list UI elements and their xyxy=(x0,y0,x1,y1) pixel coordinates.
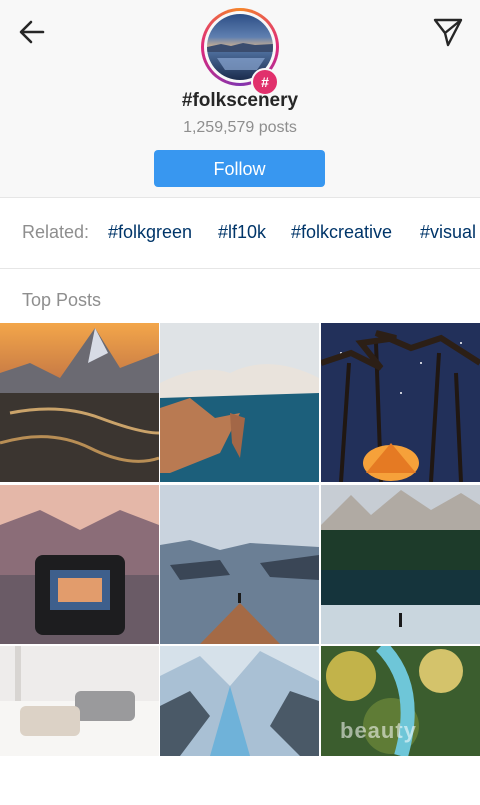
top-posts-grid xyxy=(0,323,480,758)
post-thumbnail[interactable] xyxy=(0,646,159,805)
hashtag-title: #folkscenery xyxy=(181,90,299,111)
post-count: 1,259,579 posts xyxy=(183,119,297,136)
post-thumbnail[interactable] xyxy=(160,485,319,644)
post-thumbnail[interactable] xyxy=(160,323,319,482)
post-thumbnail[interactable] xyxy=(321,323,480,482)
hashtag-header: # #folkscenery 1,259,579 posts Follow xyxy=(0,0,480,198)
arrow-left-icon[interactable] xyxy=(18,18,46,46)
post-thumbnail[interactable] xyxy=(0,485,159,644)
post-thumbnail[interactable] xyxy=(160,646,319,805)
post-thumbnail[interactable] xyxy=(0,323,159,482)
related-tag-link[interactable]: #folkcreative xyxy=(291,222,392,243)
related-tags-bar[interactable]: Related: #folkgreen #lf10k #folkcreative… xyxy=(0,198,480,269)
related-tag-link[interactable]: #folkgreen xyxy=(108,222,192,243)
follow-button[interactable]: Follow xyxy=(154,150,325,187)
related-tag-link[interactable]: #visual xyxy=(420,222,476,243)
paper-plane-icon[interactable] xyxy=(432,16,464,48)
related-tag-link[interactable]: #lf10k xyxy=(218,222,266,243)
post-thumbnail[interactable] xyxy=(321,485,480,644)
related-label: Related: xyxy=(22,222,90,242)
watermark-text: beauty xyxy=(340,718,417,743)
top-posts-heading: Top Posts xyxy=(22,290,102,310)
